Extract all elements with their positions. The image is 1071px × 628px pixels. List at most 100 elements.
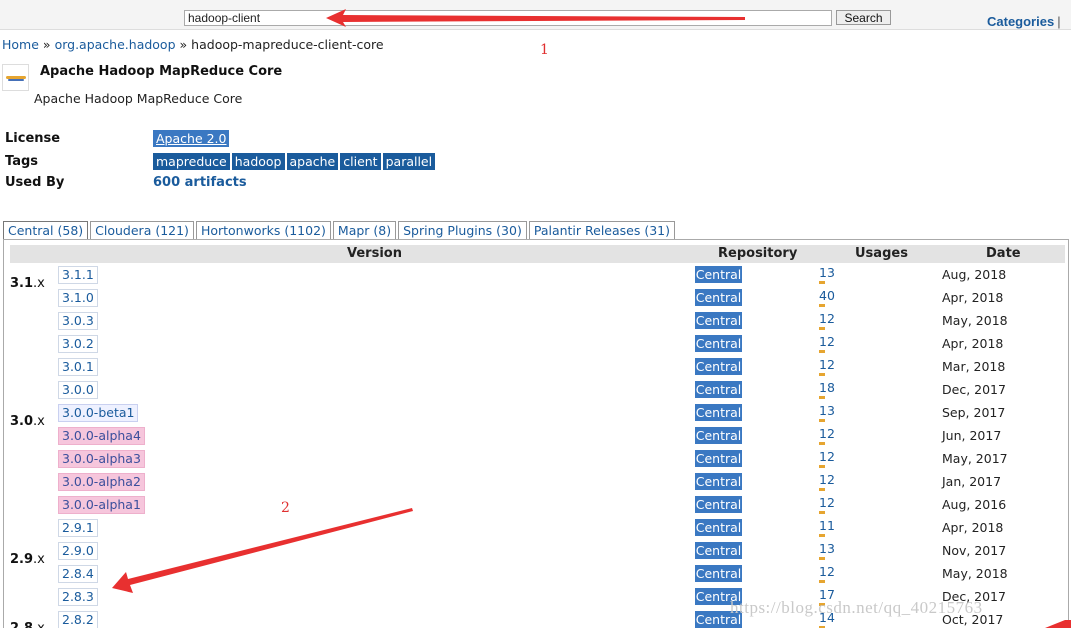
usages-bar — [819, 304, 825, 307]
categories-label[interactable]: Categories — [987, 14, 1054, 29]
tag-client[interactable]: client — [340, 153, 381, 170]
table-row: 3.0.1 Central 12 Mar, 2018 — [4, 355, 1068, 378]
tab-palantir-releases[interactable]: Palantir Releases (31) — [528, 221, 676, 239]
table-row: 3.0.3 Central 12 May, 2018 — [4, 309, 1068, 332]
release-date: Dec, 2017 — [942, 382, 1006, 397]
repository-badge[interactable]: Central — [695, 450, 742, 467]
version-link[interactable]: 3.0.0-alpha2 — [58, 473, 145, 491]
version-link[interactable]: 3.1.1 — [58, 266, 98, 284]
table-row: 3.0.0-alpha1 Central 12 Aug, 2016 — [4, 493, 1068, 516]
tab-mapr[interactable]: Mapr (8) — [332, 221, 397, 239]
version-link[interactable]: 3.0.0-beta1 — [58, 404, 139, 422]
table-header: Version Repository Usages Date — [10, 245, 1065, 263]
usages-link[interactable]: 13 — [819, 403, 835, 418]
header-version: Version — [347, 246, 402, 261]
version-link[interactable]: 2.8.4 — [58, 565, 98, 583]
usages-link[interactable]: 12 — [819, 426, 835, 441]
table-row: 3.0.2 Central 12 Apr, 2018 — [4, 332, 1068, 355]
version-group-label: 2.8.x — [10, 621, 45, 628]
repository-badge[interactable]: Central — [695, 496, 742, 513]
usages-link[interactable]: 12 — [819, 472, 835, 487]
header-repository: Repository — [718, 246, 798, 261]
release-date: Jun, 2017 — [942, 428, 1002, 443]
release-date: Nov, 2017 — [942, 543, 1007, 558]
repository-badge[interactable]: Central — [695, 542, 742, 559]
usedby-link[interactable]: 600 artifacts — [153, 175, 247, 190]
search-button[interactable]: Search — [836, 10, 891, 25]
table-row: 3.0.0-alpha3 Central 12 May, 2017 — [4, 447, 1068, 470]
usages-bar — [819, 511, 825, 514]
tag-hadoop[interactable]: hadoop — [231, 153, 285, 170]
usages-link[interactable]: 12 — [819, 495, 835, 510]
usages-bar — [819, 580, 825, 583]
version-link[interactable]: 2.9.1 — [58, 519, 98, 537]
repository-badge[interactable]: Central — [695, 358, 742, 375]
tab-central[interactable]: Central (58) — [3, 221, 89, 239]
breadcrumb-home[interactable]: Home — [2, 37, 39, 52]
usages-bar — [819, 557, 825, 560]
annotation-label-1: 1 — [540, 42, 549, 58]
tag-mapreduce[interactable]: mapreduce — [153, 153, 230, 170]
usages-bar — [819, 442, 825, 445]
tab-spring-plugins[interactable]: Spring Plugins (30) — [398, 221, 527, 239]
repository-badge[interactable]: Central — [695, 266, 742, 283]
tab-hortonworks[interactable]: Hortonworks (1102) — [195, 221, 331, 239]
repository-badge[interactable]: Central — [695, 312, 742, 329]
release-date: Sep, 2017 — [942, 405, 1006, 420]
breadcrumb-group[interactable]: org.apache.hadoop — [55, 37, 176, 52]
version-link[interactable]: 3.0.0 — [58, 381, 98, 399]
usages-link[interactable]: 18 — [819, 380, 835, 395]
tab-cloudera[interactable]: Cloudera (121) — [90, 221, 194, 239]
usages-link[interactable]: 12 — [819, 311, 835, 326]
version-link[interactable]: 2.8.2 — [58, 611, 98, 628]
version-group-suffix: .x — [33, 621, 45, 628]
version-link[interactable]: 3.0.3 — [58, 312, 98, 330]
usages-bar — [819, 534, 825, 537]
usages-link[interactable]: 13 — [819, 265, 835, 280]
release-date: May, 2018 — [942, 313, 1008, 328]
usages-bar — [819, 488, 825, 491]
usages-link[interactable]: 13 — [819, 541, 835, 556]
version-link[interactable]: 2.9.0 — [58, 542, 98, 560]
usages-link[interactable]: 11 — [819, 518, 835, 533]
usages-link[interactable]: 12 — [819, 357, 835, 372]
version-link[interactable]: 3.1.0 — [58, 289, 98, 307]
version-link[interactable]: 3.0.2 — [58, 335, 98, 353]
repository-badge[interactable]: Central — [695, 519, 742, 536]
usages-bar — [819, 419, 825, 422]
repository-badge[interactable]: Central — [695, 289, 742, 306]
tag-apache[interactable]: apache — [286, 153, 339, 170]
version-link[interactable]: 3.0.1 — [58, 358, 98, 376]
release-date: Apr, 2018 — [942, 520, 1004, 535]
table-row: 3.0.x 3.0.0-beta1 Central 13 Sep, 2017 — [4, 401, 1068, 429]
artifact-title: Apache Hadoop MapReduce Core — [40, 64, 283, 79]
repository-badge[interactable]: Central — [695, 565, 742, 582]
version-group-number: 2.8 — [10, 621, 33, 628]
watermark-text: https://blog.csdn.net/qq_40215763 — [730, 598, 983, 617]
usages-link[interactable]: 12 — [819, 564, 835, 579]
categories-link[interactable]: Categories | — [987, 14, 1061, 29]
release-date: Apr, 2018 — [942, 336, 1004, 351]
usages-link[interactable]: 12 — [819, 449, 835, 464]
search-input[interactable] — [184, 10, 832, 26]
version-link[interactable]: 2.8.3 — [58, 588, 98, 606]
release-date: May, 2018 — [942, 566, 1008, 581]
repository-badge[interactable]: Central — [695, 404, 742, 421]
version-link[interactable]: 3.0.0-alpha1 — [58, 496, 145, 514]
table-row: 3.0.0-alpha2 Central 12 Jan, 2017 — [4, 470, 1068, 493]
license-badge[interactable]: Apache 2.0 — [153, 130, 230, 147]
repository-badge[interactable]: Central — [695, 473, 742, 490]
version-link[interactable]: 3.0.0-alpha3 — [58, 450, 145, 468]
usages-link[interactable]: 40 — [819, 288, 835, 303]
usages-link[interactable]: 12 — [819, 334, 835, 349]
table-row: 2.9.1 Central 11 Apr, 2018 — [4, 516, 1068, 539]
release-date: Mar, 2018 — [942, 359, 1006, 374]
repository-badge[interactable]: Central — [695, 381, 742, 398]
version-link[interactable]: 3.0.0-alpha4 — [58, 427, 145, 445]
repository-badge[interactable]: Central — [695, 335, 742, 352]
tag-parallel[interactable]: parallel — [382, 153, 436, 170]
categories-separator: | — [1057, 14, 1061, 29]
annotation-label-2: 2 — [281, 500, 290, 516]
usages-bar — [819, 281, 825, 284]
repository-badge[interactable]: Central — [695, 427, 742, 444]
